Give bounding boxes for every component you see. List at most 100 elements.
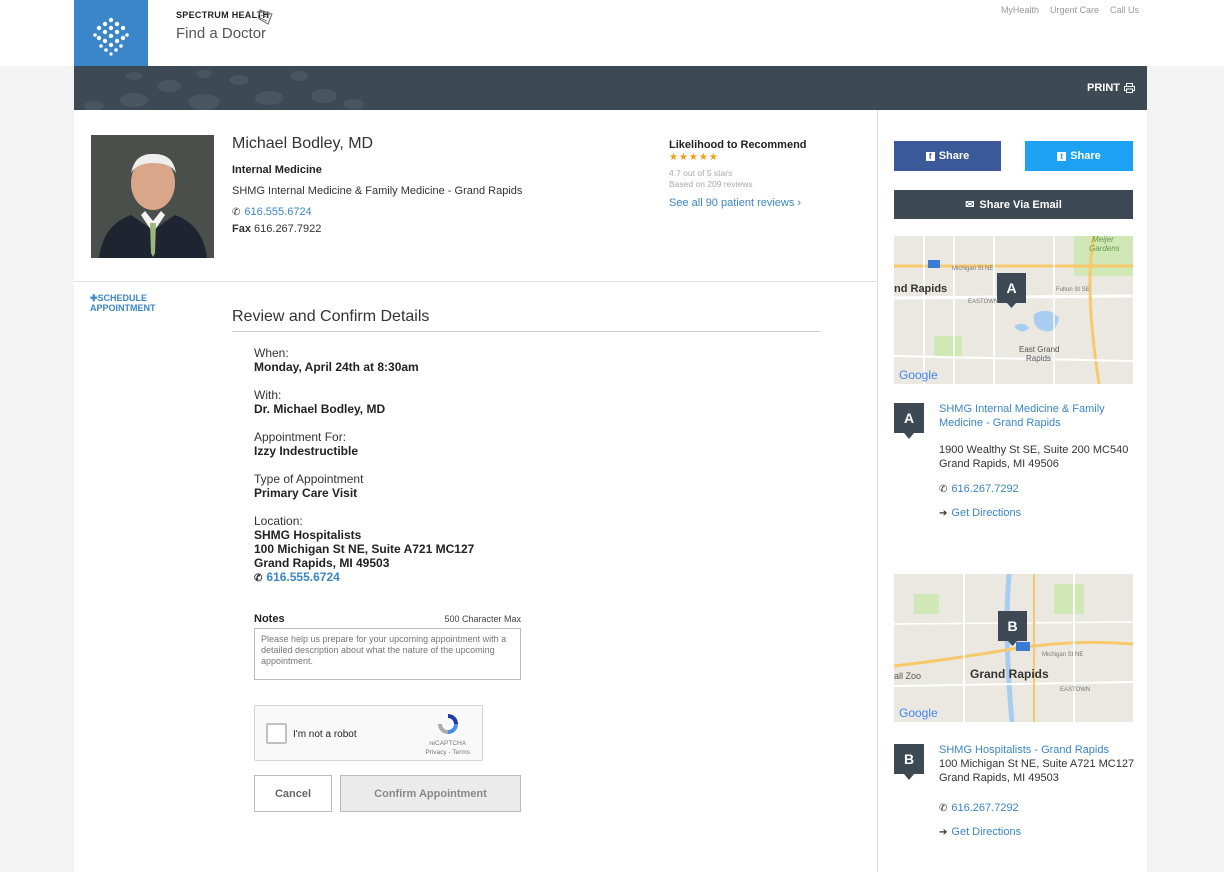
map-b-pin-letter: B bbox=[1007, 618, 1017, 634]
top-bar: SPECTRUM HEALTH Find a Doctor MyHealth U… bbox=[0, 0, 1224, 72]
appointment-type-value: Primary Care Visit bbox=[254, 486, 358, 500]
map-b-image: B Grand Rapids all Zoo EASTOWN Michigan … bbox=[894, 574, 1133, 722]
when-label: When: bbox=[254, 346, 289, 360]
main-content: Michael Bodley, MD Internal Medicine SHM… bbox=[74, 110, 877, 872]
logo[interactable] bbox=[74, 0, 148, 72]
location-city: Grand Rapids, MI 49503 bbox=[254, 556, 390, 570]
band-pattern bbox=[84, 70, 364, 110]
facebook-share-button[interactable]: f Share bbox=[894, 141, 1001, 171]
location-b-address2: Grand Rapids, MI 49503 bbox=[939, 772, 1059, 784]
doctor-phone: 616.555.6724 bbox=[244, 206, 312, 218]
phone-icon: ✆ bbox=[939, 803, 948, 814]
map-a-city-label: nd Rapids bbox=[894, 283, 947, 295]
facebook-icon: f bbox=[925, 151, 935, 161]
twitter-share-label: Share bbox=[1070, 150, 1101, 162]
map-b-district: EASTOWN bbox=[1060, 687, 1090, 693]
location-b-name[interactable]: SHMG Hospitalists - Grand Rapids bbox=[939, 744, 1139, 758]
confirm-appointment-button[interactable]: Confirm Appointment bbox=[340, 775, 521, 812]
schedule-line2: APPOINTMENT bbox=[90, 303, 156, 313]
logo-icon bbox=[93, 17, 129, 56]
right-sidebar: f Share t Share ✉ Share Via Email A nd R… bbox=[877, 110, 1147, 872]
phone-icon: ✆ bbox=[254, 573, 263, 584]
brand-name: SPECTRUM HEALTH bbox=[176, 10, 270, 20]
recaptcha-links[interactable]: Privacy - Terms bbox=[425, 748, 470, 757]
map-location-b[interactable]: B Grand Rapids all Zoo EASTOWN Michigan … bbox=[894, 574, 1133, 722]
rating-text: 4.7 out of 5 stars bbox=[669, 168, 733, 178]
location-b-pin-icon: B bbox=[894, 744, 924, 780]
location-a-address2: Grand Rapids, MI 49506 bbox=[939, 458, 1059, 470]
utility-nav: MyHealth Urgent Care Call Us bbox=[1001, 5, 1139, 15]
location-b-phone-link[interactable]: ✆ 616.267.7292 bbox=[939, 802, 1019, 814]
location-a-address1: 1900 Wealthy St SE, Suite 200 MC540 bbox=[939, 444, 1129, 456]
with-label: With: bbox=[254, 388, 282, 402]
phone-icon: ✆ bbox=[939, 484, 948, 495]
phone-icon: ✆ bbox=[232, 207, 241, 218]
brand: SPECTRUM HEALTH Find a Doctor bbox=[176, 10, 269, 42]
utility-link-call-us[interactable]: Call Us bbox=[1110, 5, 1139, 15]
location-phone-link[interactable]: ✆ 616.555.6724 bbox=[254, 570, 554, 586]
plus-icon: ✚ bbox=[90, 293, 98, 303]
location-b-directions-link[interactable]: ➔ Get Directions bbox=[939, 826, 1021, 838]
location-label: Location: bbox=[254, 514, 303, 528]
location-b-address: 100 Michigan St NE, Suite A721 MC127 Gra… bbox=[939, 757, 1149, 785]
notes-header: Notes 500 Character Max bbox=[254, 613, 521, 625]
schedule-appointment-link[interactable]: ✚SCHEDULE APPOINTMENT bbox=[90, 293, 156, 313]
notes-max-chars: 500 Character Max bbox=[444, 614, 521, 624]
location-name: SHMG Hospitalists bbox=[254, 528, 362, 542]
doctor-portrait-image bbox=[91, 135, 214, 258]
doctor-photo bbox=[91, 135, 214, 258]
location-street: 100 Michigan St NE, Suite A721 MC127 bbox=[254, 542, 475, 556]
utility-link-urgent-care[interactable]: Urgent Care bbox=[1050, 5, 1099, 15]
appointment-details: When: Monday, April 24th at 8:30am With:… bbox=[254, 346, 554, 600]
map-b-city-label: Grand Rapids bbox=[970, 667, 1049, 681]
location-a-directions-link[interactable]: ➔ Get Directions bbox=[939, 507, 1021, 519]
recaptcha-brand: reCAPTCHA bbox=[429, 740, 467, 747]
location-a-pin-icon: A bbox=[894, 403, 924, 439]
recaptcha-icon bbox=[437, 714, 458, 734]
location-a-name[interactable]: SHMG Internal Medicine & Family Medicine… bbox=[939, 403, 1139, 430]
header-band: PRINT bbox=[74, 66, 1147, 110]
appointment-type-label: Type of Appointment bbox=[254, 472, 364, 486]
when-value: Monday, April 24th at 8:30am bbox=[254, 360, 419, 374]
twitter-icon: t bbox=[1057, 151, 1067, 161]
recaptcha-label: I'm not a robot bbox=[293, 729, 357, 740]
location-a-phone: 616.267.7292 bbox=[951, 483, 1019, 495]
recaptcha-checkbox[interactable] bbox=[266, 723, 287, 744]
reviews-count: Based on 209 reviews bbox=[669, 179, 753, 189]
notes-label: Notes bbox=[254, 613, 285, 625]
brand-mark-icon bbox=[258, 9, 273, 25]
map-a-image: A nd Rapids East Grand Rapids Meijer Gar… bbox=[894, 236, 1133, 384]
map-b-street1: Michigan St NE bbox=[1042, 652, 1083, 658]
map-location-a[interactable]: A nd Rapids East Grand Rapids Meijer Gar… bbox=[894, 236, 1133, 384]
location-phone: 616.555.6724 bbox=[266, 570, 340, 584]
notes-textarea[interactable] bbox=[254, 628, 521, 680]
map-a-google: Google bbox=[899, 368, 938, 382]
recommend-title: Likelihood to Recommend bbox=[669, 139, 807, 151]
twitter-share-button[interactable]: t Share bbox=[1025, 141, 1133, 171]
doctor-specialty: Internal Medicine bbox=[232, 164, 322, 176]
print-button[interactable]: PRINT bbox=[1087, 82, 1135, 94]
map-a-area-line1: East Grand bbox=[1019, 345, 1059, 354]
all-reviews-link[interactable]: See all 90 patient reviews › bbox=[669, 197, 829, 209]
map-b-google: Google bbox=[899, 706, 938, 720]
location-a-phone-link[interactable]: ✆ 616.267.7292 bbox=[939, 483, 1019, 495]
location-b-phone: 616.267.7292 bbox=[951, 802, 1019, 814]
brand-tagline: Find a Doctor bbox=[176, 25, 267, 42]
email-share-label: Share Via Email bbox=[979, 198, 1062, 211]
facebook-share-label: Share bbox=[938, 150, 970, 162]
review-title: Review and Confirm Details bbox=[232, 308, 820, 332]
cancel-button[interactable]: Cancel bbox=[254, 775, 332, 812]
map-a-district: EASTOWN bbox=[968, 299, 998, 305]
recaptcha-logo: reCAPTCHA Privacy - Terms bbox=[425, 712, 470, 757]
map-b-zoo-label: all Zoo bbox=[894, 671, 921, 681]
doctor-name: Michael Bodley, MD bbox=[232, 135, 374, 152]
map-a-pin-letter: A bbox=[1006, 280, 1016, 296]
email-share-button[interactable]: ✉ Share Via Email bbox=[894, 190, 1133, 219]
map-a-street1: Michigan St NE bbox=[952, 266, 993, 272]
schedule-line1: SCHEDULE bbox=[97, 293, 148, 303]
map-a-street2: Fulton St SE bbox=[1056, 287, 1090, 293]
arrow-circle-icon: ➔ bbox=[939, 827, 948, 838]
utility-link-myhealth[interactable]: MyHealth bbox=[1001, 5, 1039, 15]
doctor-phone-link[interactable]: ✆ 616.555.6724 bbox=[232, 206, 312, 218]
doctor-fax: Fax 616.267.7922 bbox=[232, 223, 321, 235]
